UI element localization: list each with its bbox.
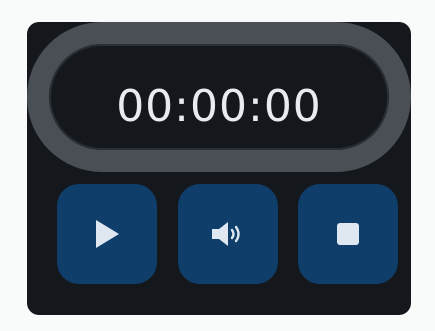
play-button[interactable] — [57, 184, 157, 284]
volume-icon — [211, 221, 245, 247]
stop-icon — [336, 222, 360, 246]
timer-readout: 00:00:00 — [116, 81, 322, 132]
play-icon — [93, 219, 121, 249]
timer-card: 00:00:00 — [27, 22, 411, 315]
stop-button[interactable] — [298, 184, 398, 284]
volume-button[interactable] — [178, 184, 278, 284]
control-bar — [57, 184, 399, 284]
